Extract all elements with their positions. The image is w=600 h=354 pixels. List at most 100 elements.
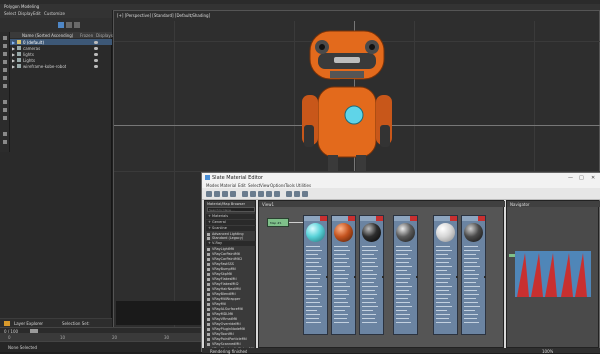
- browser-item[interactable]: VRayScannedMtl: [207, 342, 255, 346]
- explorer-menu-edit[interactable]: Edit: [33, 11, 41, 16]
- param-slot[interactable]: [396, 278, 410, 279]
- param-slot[interactable]: [396, 250, 412, 251]
- navigator-panel[interactable]: Navigator: [506, 200, 600, 348]
- param-slot[interactable]: [464, 298, 476, 299]
- param-slot[interactable]: [306, 250, 322, 251]
- param-slot[interactable]: [334, 290, 347, 291]
- browser-item[interactable]: VRayFastSSS: [207, 262, 255, 266]
- param-slot[interactable]: [464, 294, 479, 295]
- param-slot[interactable]: [436, 250, 452, 251]
- navigator-preview[interactable]: [515, 251, 591, 297]
- output-port[interactable]: [484, 276, 486, 278]
- param-slot[interactable]: [436, 302, 450, 303]
- material-node[interactable]: [303, 215, 328, 335]
- param-slot[interactable]: [464, 286, 480, 287]
- display-shapes-icon[interactable]: [3, 52, 7, 56]
- param-slot[interactable]: [362, 266, 378, 267]
- browser-item[interactable]: VRayMDLMtl: [207, 312, 255, 316]
- explorer-menu-customize[interactable]: Customize: [44, 11, 65, 16]
- param-slot[interactable]: [464, 282, 476, 283]
- param-slot[interactable]: [464, 302, 478, 303]
- param-slot[interactable]: [334, 246, 348, 247]
- material-id-icon[interactable]: [286, 191, 292, 197]
- param-slot[interactable]: [334, 302, 348, 303]
- param-slot[interactable]: [334, 294, 349, 295]
- param-slot[interactable]: [396, 266, 412, 267]
- display-warps-icon[interactable]: [3, 84, 7, 88]
- param-slot[interactable]: [306, 298, 318, 299]
- parameter-editor-icon[interactable]: [294, 191, 300, 197]
- param-slot[interactable]: [436, 282, 448, 283]
- param-slot[interactable]: [306, 290, 319, 291]
- node-view-canvas[interactable]: View1 Map #1: [258, 200, 505, 348]
- param-slot[interactable]: [362, 318, 375, 319]
- param-slot[interactable]: [362, 310, 373, 311]
- param-slot[interactable]: [306, 314, 320, 315]
- sme-zoom[interactable]: 100%: [542, 349, 553, 354]
- param-slot[interactable]: [436, 294, 451, 295]
- param-slot[interactable]: [306, 274, 321, 275]
- browser-item[interactable]: VRayMtlWrapper: [207, 297, 255, 301]
- param-slot[interactable]: [334, 274, 349, 275]
- minimize-icon[interactable]: —: [568, 175, 573, 181]
- param-slot[interactable]: [334, 298, 346, 299]
- eye-icon[interactable]: [94, 58, 98, 62]
- display-xrefs-icon[interactable]: [3, 108, 7, 112]
- browser-item[interactable]: VRayCarPaintMtl: [207, 252, 255, 256]
- filter-icon[interactable]: [58, 22, 64, 28]
- param-slot[interactable]: [436, 290, 449, 291]
- section-general[interactable]: + General: [206, 220, 256, 225]
- param-slot[interactable]: [396, 286, 412, 287]
- param-slot[interactable]: [436, 318, 449, 319]
- display-lights-icon[interactable]: [3, 60, 7, 64]
- display-all-icon[interactable]: [3, 36, 7, 40]
- layout-children-icon[interactable]: [274, 191, 280, 197]
- param-slot[interactable]: [362, 254, 374, 255]
- param-slot[interactable]: [306, 310, 317, 311]
- param-slot[interactable]: [436, 274, 451, 275]
- param-slot[interactable]: [334, 306, 350, 307]
- param-slot[interactable]: [464, 322, 479, 323]
- param-slot[interactable]: [362, 278, 376, 279]
- param-slot[interactable]: [334, 266, 350, 267]
- param-slot[interactable]: [436, 258, 451, 259]
- param-slot[interactable]: [362, 282, 374, 283]
- eye-icon[interactable]: [94, 52, 98, 56]
- display-frozen-icon[interactable]: [3, 132, 7, 136]
- param-slot[interactable]: [464, 290, 477, 291]
- param-slot[interactable]: [396, 294, 411, 295]
- param-slot[interactable]: [362, 286, 378, 287]
- close-icon[interactable]: ✕: [591, 175, 595, 181]
- material-node[interactable]: [359, 215, 384, 335]
- param-slot[interactable]: [464, 278, 478, 279]
- param-slot[interactable]: [334, 286, 350, 287]
- param-slot[interactable]: [334, 250, 350, 251]
- browser-item[interactable]: VRayOverrideMtl: [207, 322, 255, 326]
- browser-item[interactable]: VRayToonMtl: [207, 332, 255, 336]
- move-children-icon[interactable]: [242, 191, 248, 197]
- display-hidden-icon[interactable]: [3, 140, 7, 144]
- header-frozen[interactable]: Frozen: [80, 33, 93, 38]
- param-slot[interactable]: [306, 270, 317, 271]
- browser-item[interactable]: VRayHairNextMtl: [207, 287, 255, 291]
- eye-icon[interactable]: [94, 40, 98, 44]
- param-slot[interactable]: [362, 322, 377, 323]
- ribbon-tab-label[interactable]: Polygon Modeling: [4, 4, 39, 9]
- output-port[interactable]: [354, 276, 356, 278]
- param-slot[interactable]: [436, 310, 447, 311]
- header-name[interactable]: Name (Sorted Ascending): [22, 33, 73, 38]
- param-slot[interactable]: [306, 266, 322, 267]
- param-slot[interactable]: [396, 258, 411, 259]
- expand-arrow-icon[interactable]: ▶: [12, 64, 15, 69]
- param-slot[interactable]: [436, 246, 450, 247]
- param-slot[interactable]: [464, 310, 475, 311]
- param-slot[interactable]: [362, 270, 373, 271]
- section-materials[interactable]: + Materials: [206, 214, 256, 219]
- param-slot[interactable]: [334, 318, 347, 319]
- param-slot[interactable]: [306, 294, 321, 295]
- param-slot[interactable]: [436, 298, 448, 299]
- param-slot[interactable]: [306, 254, 318, 255]
- param-slot[interactable]: [464, 262, 477, 263]
- browser-item[interactable]: VRayBumpMtl: [207, 267, 255, 271]
- param-slot[interactable]: [464, 250, 480, 251]
